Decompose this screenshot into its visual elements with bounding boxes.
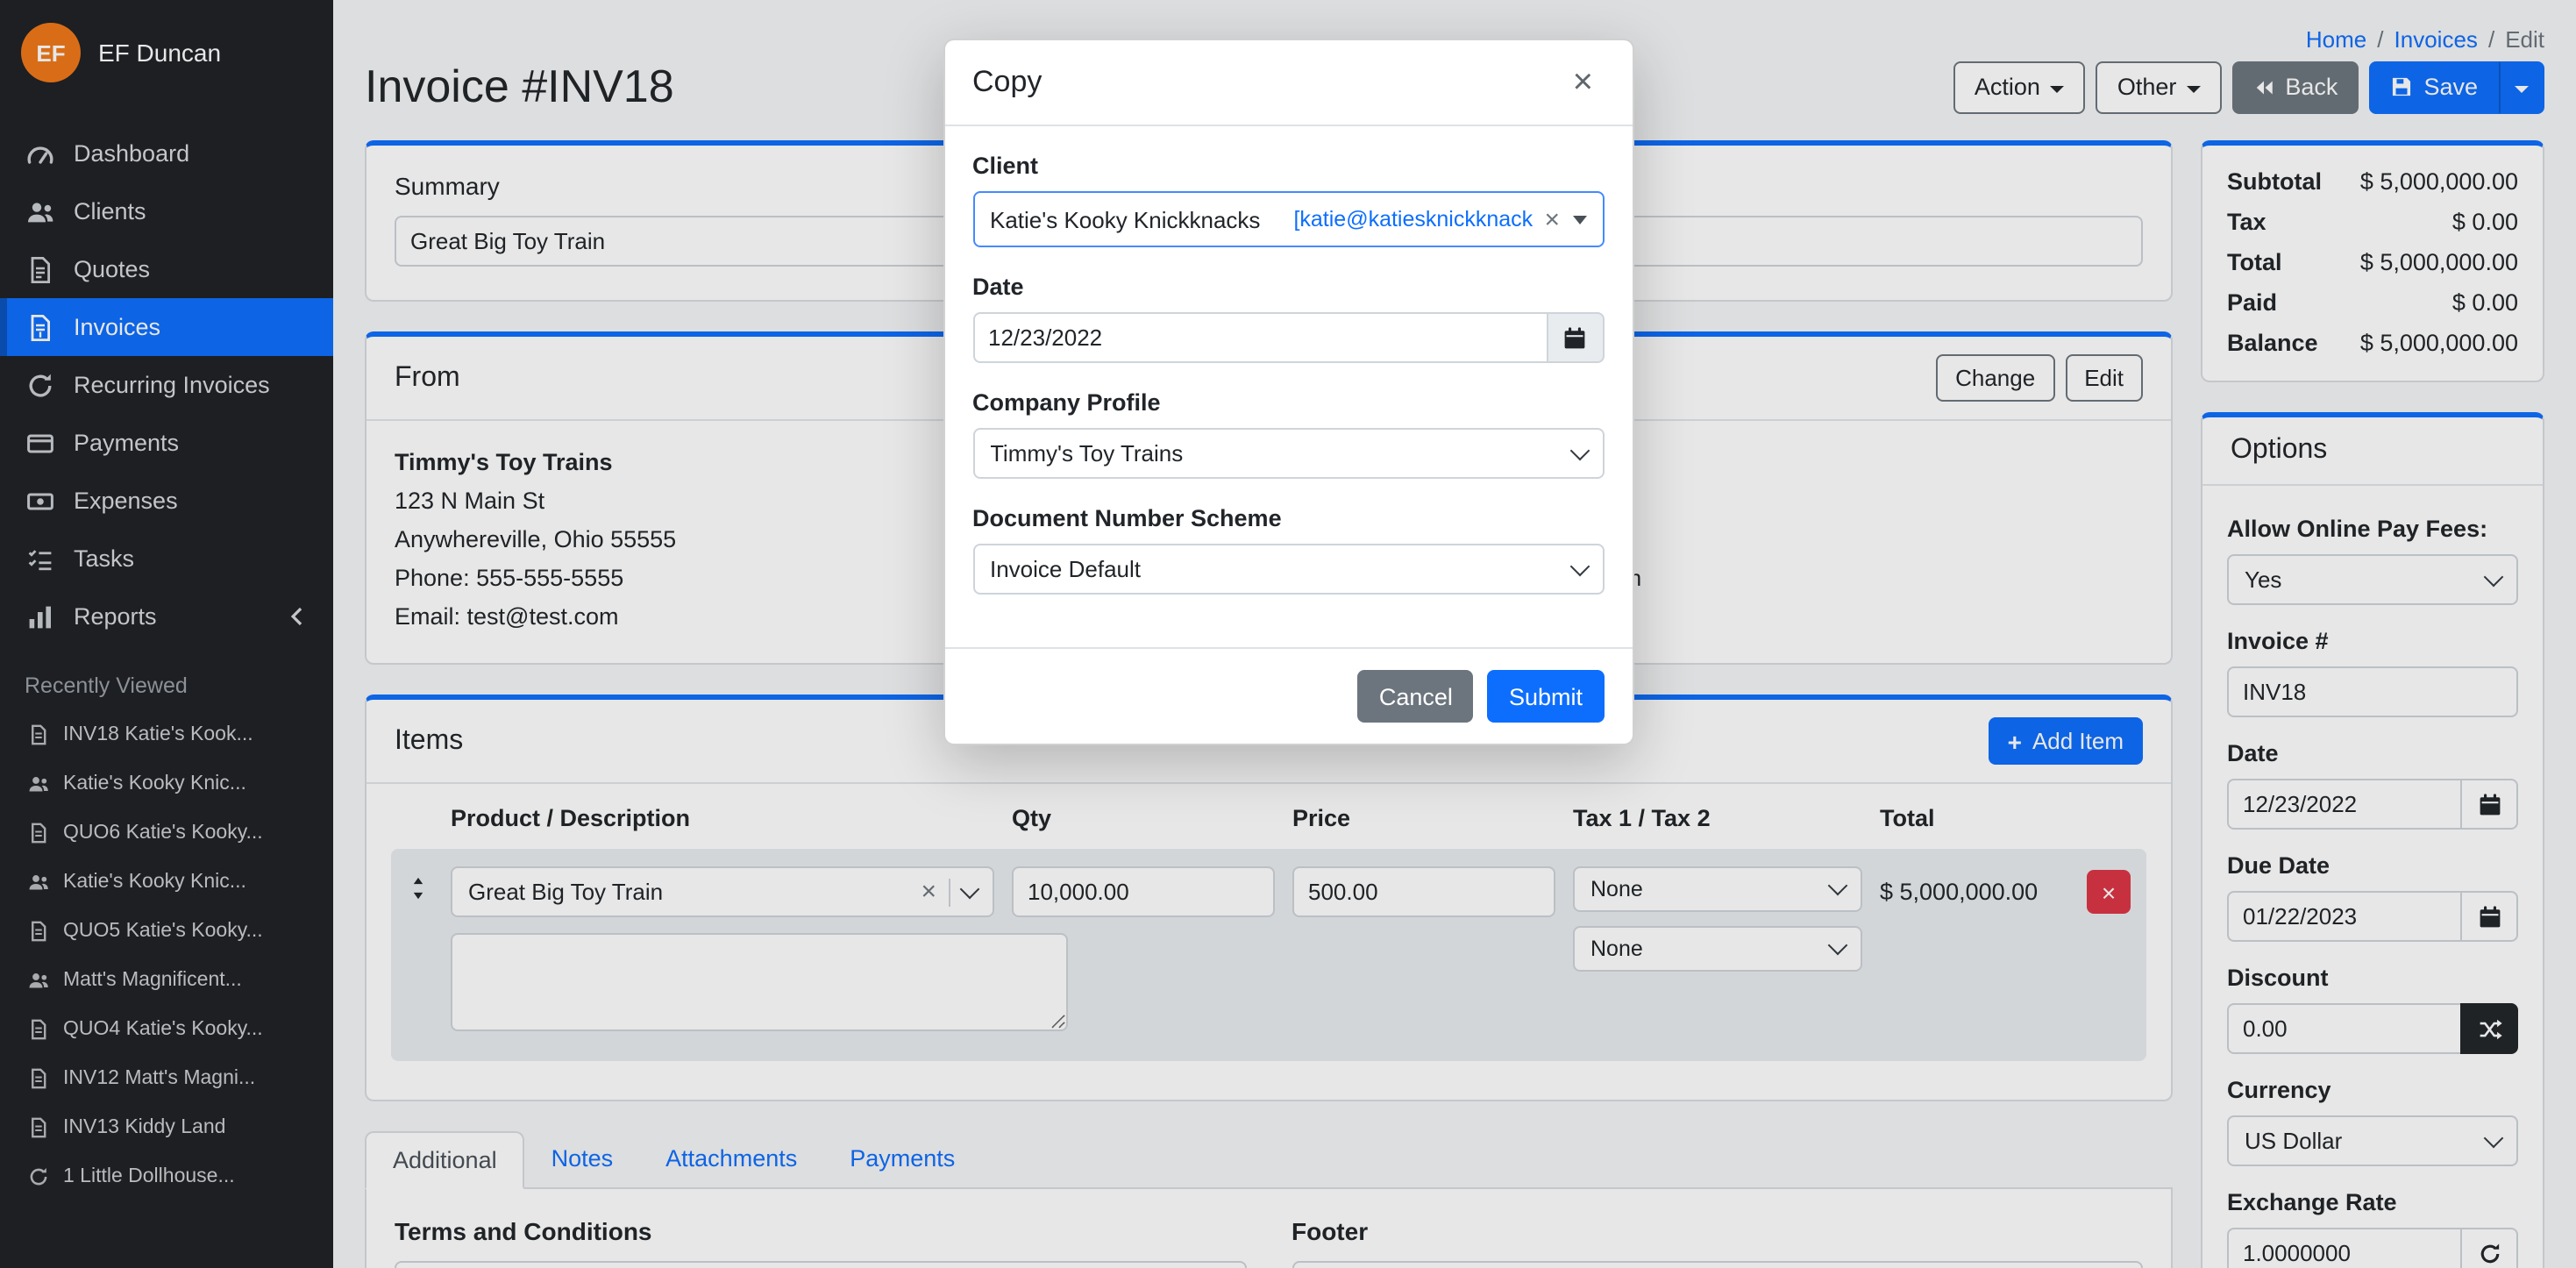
- client-label: Client: [972, 153, 1604, 179]
- modal-date-input[interactable]: [972, 312, 1546, 363]
- client-select-name: Katie's Kooky Knickknacks: [990, 206, 1260, 232]
- client-select[interactable]: Katie's Kooky Knickknacks [katie@katiesk…: [972, 191, 1604, 247]
- doc-number-scheme-label: Document Number Scheme: [972, 505, 1604, 531]
- company-profile-label: Company Profile: [972, 389, 1604, 416]
- company-profile-value: Timmy's Toy Trains: [990, 440, 1560, 467]
- company-profile-select[interactable]: Timmy's Toy Trains: [972, 428, 1604, 479]
- caret-down-icon: [1572, 215, 1586, 224]
- submit-button[interactable]: Submit: [1488, 670, 1604, 723]
- modal-date-label: Date: [972, 274, 1604, 300]
- close-icon[interactable]: ×: [1562, 63, 1604, 102]
- client-select-email: [katie@katiesknickknacks.com]: [1293, 207, 1532, 232]
- doc-number-scheme-select[interactable]: Invoice Default: [972, 544, 1604, 595]
- chevron-down-icon: [1569, 556, 1590, 576]
- chevron-down-icon: [1569, 440, 1590, 460]
- app-root: EF EF Duncan DashboardClientsQuotesInvoi…: [0, 0, 2576, 1268]
- copy-modal: Copy × Client Katie's Kooky Knickknacks …: [943, 39, 1633, 745]
- doc-number-scheme-value: Invoice Default: [990, 556, 1560, 582]
- calendar-icon[interactable]: [1546, 312, 1604, 363]
- clear-icon[interactable]: ×: [1544, 206, 1560, 232]
- modal-title: Copy: [972, 65, 1042, 100]
- cancel-button[interactable]: Cancel: [1358, 670, 1474, 723]
